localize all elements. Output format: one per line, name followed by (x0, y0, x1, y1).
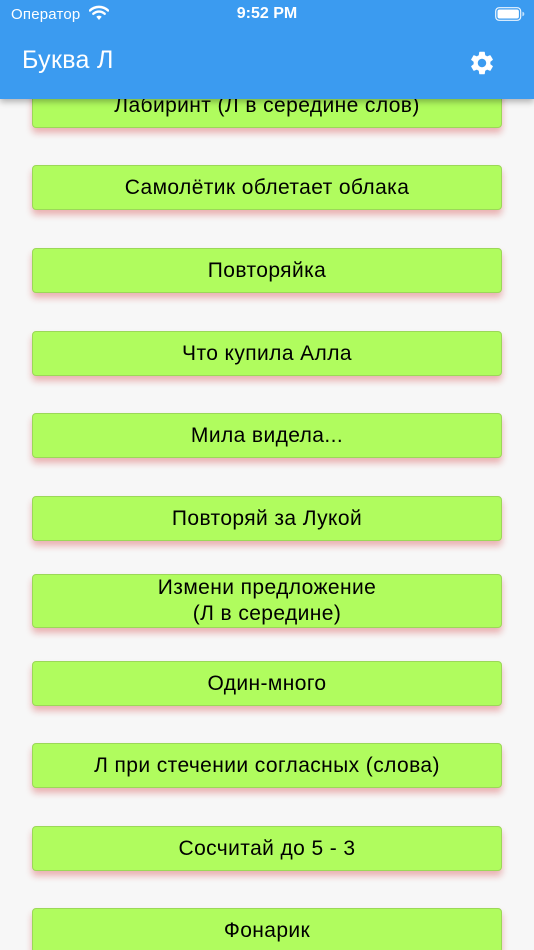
status-bar: Оператор 9:52 PM (0, 0, 534, 30)
gear-icon (471, 51, 493, 75)
settings-button[interactable] (465, 46, 499, 80)
exercise-button-repeat[interactable]: Повторяйка (32, 248, 502, 293)
exercise-button-repeat-after-luka[interactable]: Повторяй за Лукой (32, 496, 502, 541)
clock-label: 9:52 PM (236, 5, 298, 22)
exercise-button-consonant-cluster[interactable]: Л при стечении согласных (слова) (32, 743, 502, 788)
exercise-button-airplane[interactable]: Самолётик облетает облака (32, 165, 502, 210)
exercise-list[interactable]: Лабиринт (Л в середине слов) Самолётик о… (0, 0, 534, 950)
exercise-button-mila-saw[interactable]: Мила видела... (32, 413, 502, 458)
exercise-button-one-many[interactable]: Один-много (32, 661, 502, 706)
battery-icon (495, 7, 525, 21)
exercise-button-alla-bought[interactable]: Что купила Алла (32, 331, 502, 376)
app-title: Буква Л (22, 46, 114, 74)
exercise-button-flashlight[interactable]: Фонарик (32, 908, 502, 950)
exercise-button-count[interactable]: Сосчитай до 5 - 3 (32, 826, 502, 871)
exercise-button-change-sentence[interactable]: Измени предложение (Л в середине) (32, 574, 502, 628)
app-bar: Оператор 9:52 PM Буква Л (0, 0, 534, 99)
